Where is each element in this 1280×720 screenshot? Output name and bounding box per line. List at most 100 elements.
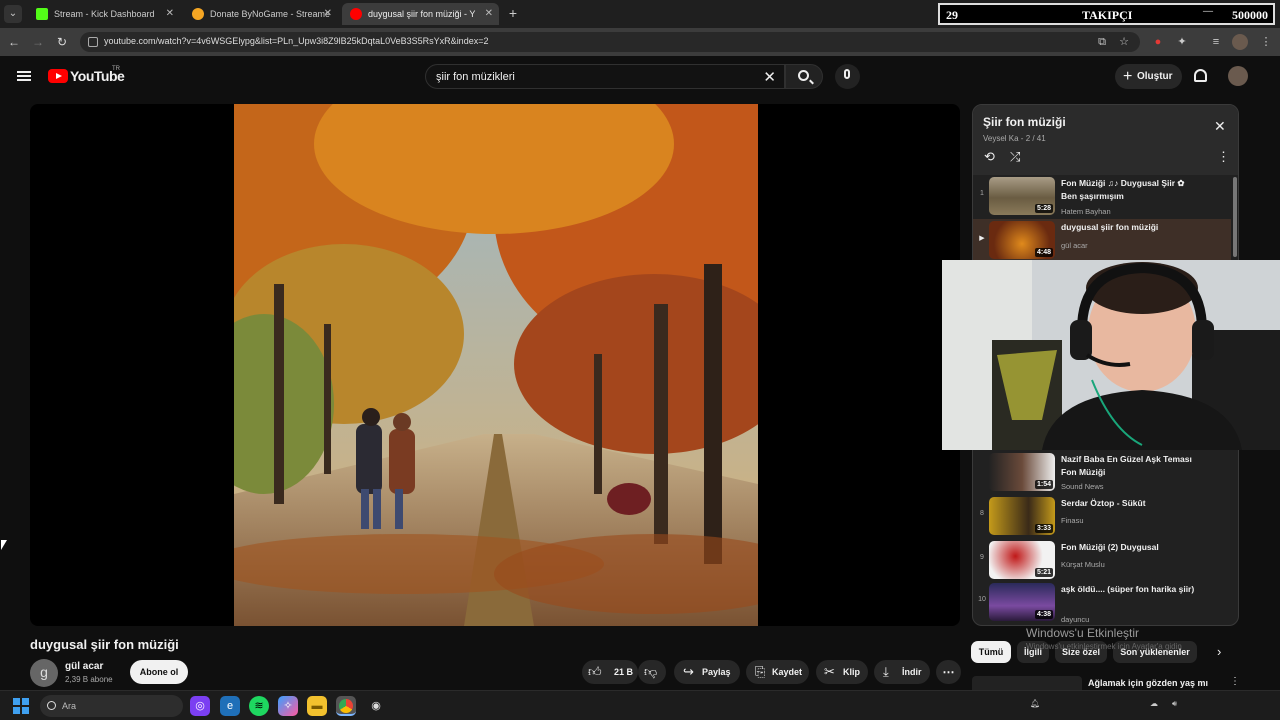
playlist-item[interactable]: 10 4:38 aşk öldü.... (süper fon harika ş… — [973, 581, 1231, 624]
tab-youtube-active[interactable]: duygusal şiir fon müziği - Y ✕ — [342, 3, 499, 25]
forward-icon[interactable]: → — [30, 34, 46, 50]
create-button[interactable]: + Oluştur — [1115, 64, 1182, 89]
autumn-alley-image — [234, 104, 758, 626]
bookmark-icon: ⎘ — [755, 664, 766, 679]
playlist-menu-icon[interactable]: ⋮ — [1217, 149, 1230, 165]
item-title: aşk öldü.... (süper fon harika şiir) — [1061, 584, 1195, 594]
item-thumbnail: 1:54 — [989, 453, 1055, 491]
tab-search-chevron-icon[interactable]: ⌄ — [4, 5, 22, 23]
file-explorer-icon[interactable]: ▬ — [307, 696, 327, 716]
playlist-item[interactable]: 8 3:33 Serdar Öztop - Sükût Finasu — [973, 495, 1231, 537]
close-playlist-icon[interactable]: ✕ — [1214, 118, 1226, 135]
close-tab-icon[interactable]: ✕ — [166, 3, 174, 25]
taskbar-search-input[interactable]: Ara — [40, 695, 183, 717]
extensions-puzzle-icon[interactable]: ✦ — [1174, 34, 1190, 50]
dislike-button[interactable]: 👎︎ — [638, 660, 666, 684]
follower-label: TAKIPÇI — [1082, 8, 1133, 22]
browser-menu-icon[interactable]: ⋮ — [1258, 34, 1274, 50]
item-author: Hatem Bayhan — [1061, 207, 1111, 216]
address-bar[interactable]: youtube.com/watch?v=4v6WSGElypg&list=PLn… — [80, 32, 1140, 52]
clip-button[interactable]: ✂ Klip — [816, 660, 868, 684]
save-button[interactable]: ⎘ Kaydet — [746, 660, 809, 684]
playlist-item-current[interactable]: ▶ 4:48 duygusal şiir fon müziği gül acar — [973, 219, 1231, 261]
subscribe-button[interactable]: Abone ol — [130, 660, 188, 684]
item-index: 9 — [980, 554, 984, 561]
voice-search-button[interactable] — [835, 64, 860, 89]
reload-icon[interactable]: ↻ — [54, 34, 70, 50]
media-control-icon[interactable]: ≡ — [1208, 34, 1224, 50]
playlist-title[interactable]: Şiir fon müziği — [983, 115, 1066, 129]
playlist-item[interactable]: 1:54 Nazif Baba En Güzel Aşk Teması Fon … — [973, 451, 1231, 493]
new-tab-button[interactable]: + — [505, 4, 521, 22]
url-text: youtube.com/watch?v=4v6WSGElypg&list=PLn… — [104, 36, 489, 46]
close-tab-icon[interactable]: ✕ — [324, 3, 332, 25]
playlist-scrollbar[interactable] — [1233, 177, 1237, 257]
like-button[interactable]: 👍︎ 21 B — [582, 660, 638, 684]
notifications-bell-icon[interactable] — [1194, 69, 1207, 82]
share-button[interactable]: ↪ Paylaş — [674, 660, 740, 684]
notification-tray-icon[interactable]: 🔔︎ — [1030, 699, 1040, 708]
search-button[interactable] — [785, 64, 823, 89]
item-thumbnail: 5:21 — [989, 541, 1055, 579]
playlist-item[interactable]: 1 5:28 Fon Müziği ♫♪ Duygusal Şiir ✿ Ben… — [973, 175, 1231, 217]
copilot-icon[interactable]: ✧ — [278, 696, 298, 716]
profile-avatar-icon[interactable] — [1232, 34, 1248, 50]
item-title: Fon Müziği (2) Duygusal — [1061, 542, 1159, 552]
bookmark-star-icon[interactable]: ☆ — [1116, 34, 1132, 50]
item-thumbnail: 4:48 — [989, 221, 1055, 259]
playlist-header: Şiir fon müziği Veysel Ka - 2 / 41 ✕ ⟲ ⤮… — [973, 105, 1238, 175]
item-author: Finasu — [1061, 516, 1084, 525]
windows-activation-subtitle: Windows'u etkinleştirmek için Ayarlar'a … — [1026, 642, 1182, 651]
more-actions-icon[interactable]: ⋯ — [936, 660, 961, 684]
youtube-logo-icon[interactable] — [48, 69, 68, 83]
item-author: Sound News — [1061, 482, 1104, 491]
kick-favicon-icon — [36, 8, 48, 20]
item-duration: 5:21 — [1034, 568, 1053, 577]
app-icon[interactable]: ◎ — [190, 696, 210, 716]
account-avatar[interactable] — [1228, 66, 1248, 86]
search-input[interactable]: şiir fon müzikleri ✕ — [425, 64, 785, 89]
obs-icon[interactable]: ◉ — [366, 696, 386, 716]
chip-all[interactable]: Tümü — [971, 641, 1011, 663]
shuffle-icon[interactable]: ⤮ — [1010, 149, 1020, 165]
playlist-item[interactable]: 9 5:21 Fon Müziği (2) Duygusal Kürşat Mu… — [973, 539, 1231, 581]
item-thumbnail: 5:28 — [989, 177, 1055, 215]
next-video-thumbnail[interactable] — [972, 676, 1082, 690]
network-icon[interactable]: ☁ — [1150, 699, 1158, 708]
item-duration: 4:48 — [1034, 248, 1053, 257]
tab-kick-dashboard[interactable]: Stream - Kick Dashboard ✕ — [28, 3, 180, 25]
extension-icon[interactable]: ● — [1150, 34, 1166, 50]
channel-name[interactable]: gül acar — [65, 661, 103, 672]
channel-avatar[interactable]: g — [30, 659, 58, 687]
windows-activation-title: Windows'u Etkinleştir — [1026, 626, 1139, 640]
video-player[interactable] — [30, 104, 960, 626]
back-icon[interactable]: ← — [6, 34, 22, 50]
search-icon — [47, 701, 56, 710]
chrome-browser-icon[interactable] — [336, 696, 356, 716]
microphone-icon — [844, 69, 850, 79]
next-video-title[interactable]: Ağlamak için gözden yaş mı — [1088, 678, 1208, 688]
install-app-icon[interactable]: ⧉ — [1094, 34, 1110, 50]
clip-label: Klip — [843, 667, 860, 677]
site-info-icon[interactable] — [88, 37, 98, 47]
item-title: Fon Müziği ♫♪ Duygusal Şiir ✿ Ben şaşırm… — [1061, 178, 1185, 201]
thumbs-down-icon: 👎︎ — [644, 664, 658, 679]
more-options-icon[interactable]: ⋮ — [1230, 676, 1240, 687]
tab-bynogame[interactable]: Donate ByNoGame - Streamer ✕ — [184, 3, 338, 25]
close-tab-icon[interactable]: ✕ — [485, 3, 493, 25]
volume-icon[interactable]: 🔊︎ — [1172, 699, 1177, 709]
loop-icon[interactable]: ⟲ — [984, 149, 995, 165]
clear-search-icon[interactable]: ✕ — [763, 68, 776, 86]
chevron-right-icon[interactable]: › — [1217, 644, 1221, 659]
item-title: Serdar Öztop - Sükût — [1061, 498, 1146, 508]
windows-start-icon[interactable] — [13, 698, 29, 714]
hamburger-menu-icon[interactable] — [17, 71, 31, 81]
edge-browser-icon[interactable]: e — [220, 696, 240, 716]
item-author: gül acar — [1061, 241, 1088, 250]
tab-label: duygusal şiir fon müziği - Y — [368, 9, 476, 19]
minimize-icon[interactable]: — — [1203, 6, 1213, 17]
download-button[interactable]: ⤓ İndir — [874, 660, 930, 684]
plus-icon: + — [1123, 68, 1133, 85]
spotify-icon[interactable]: ≋ — [249, 696, 269, 716]
region-code: TR — [112, 66, 120, 72]
